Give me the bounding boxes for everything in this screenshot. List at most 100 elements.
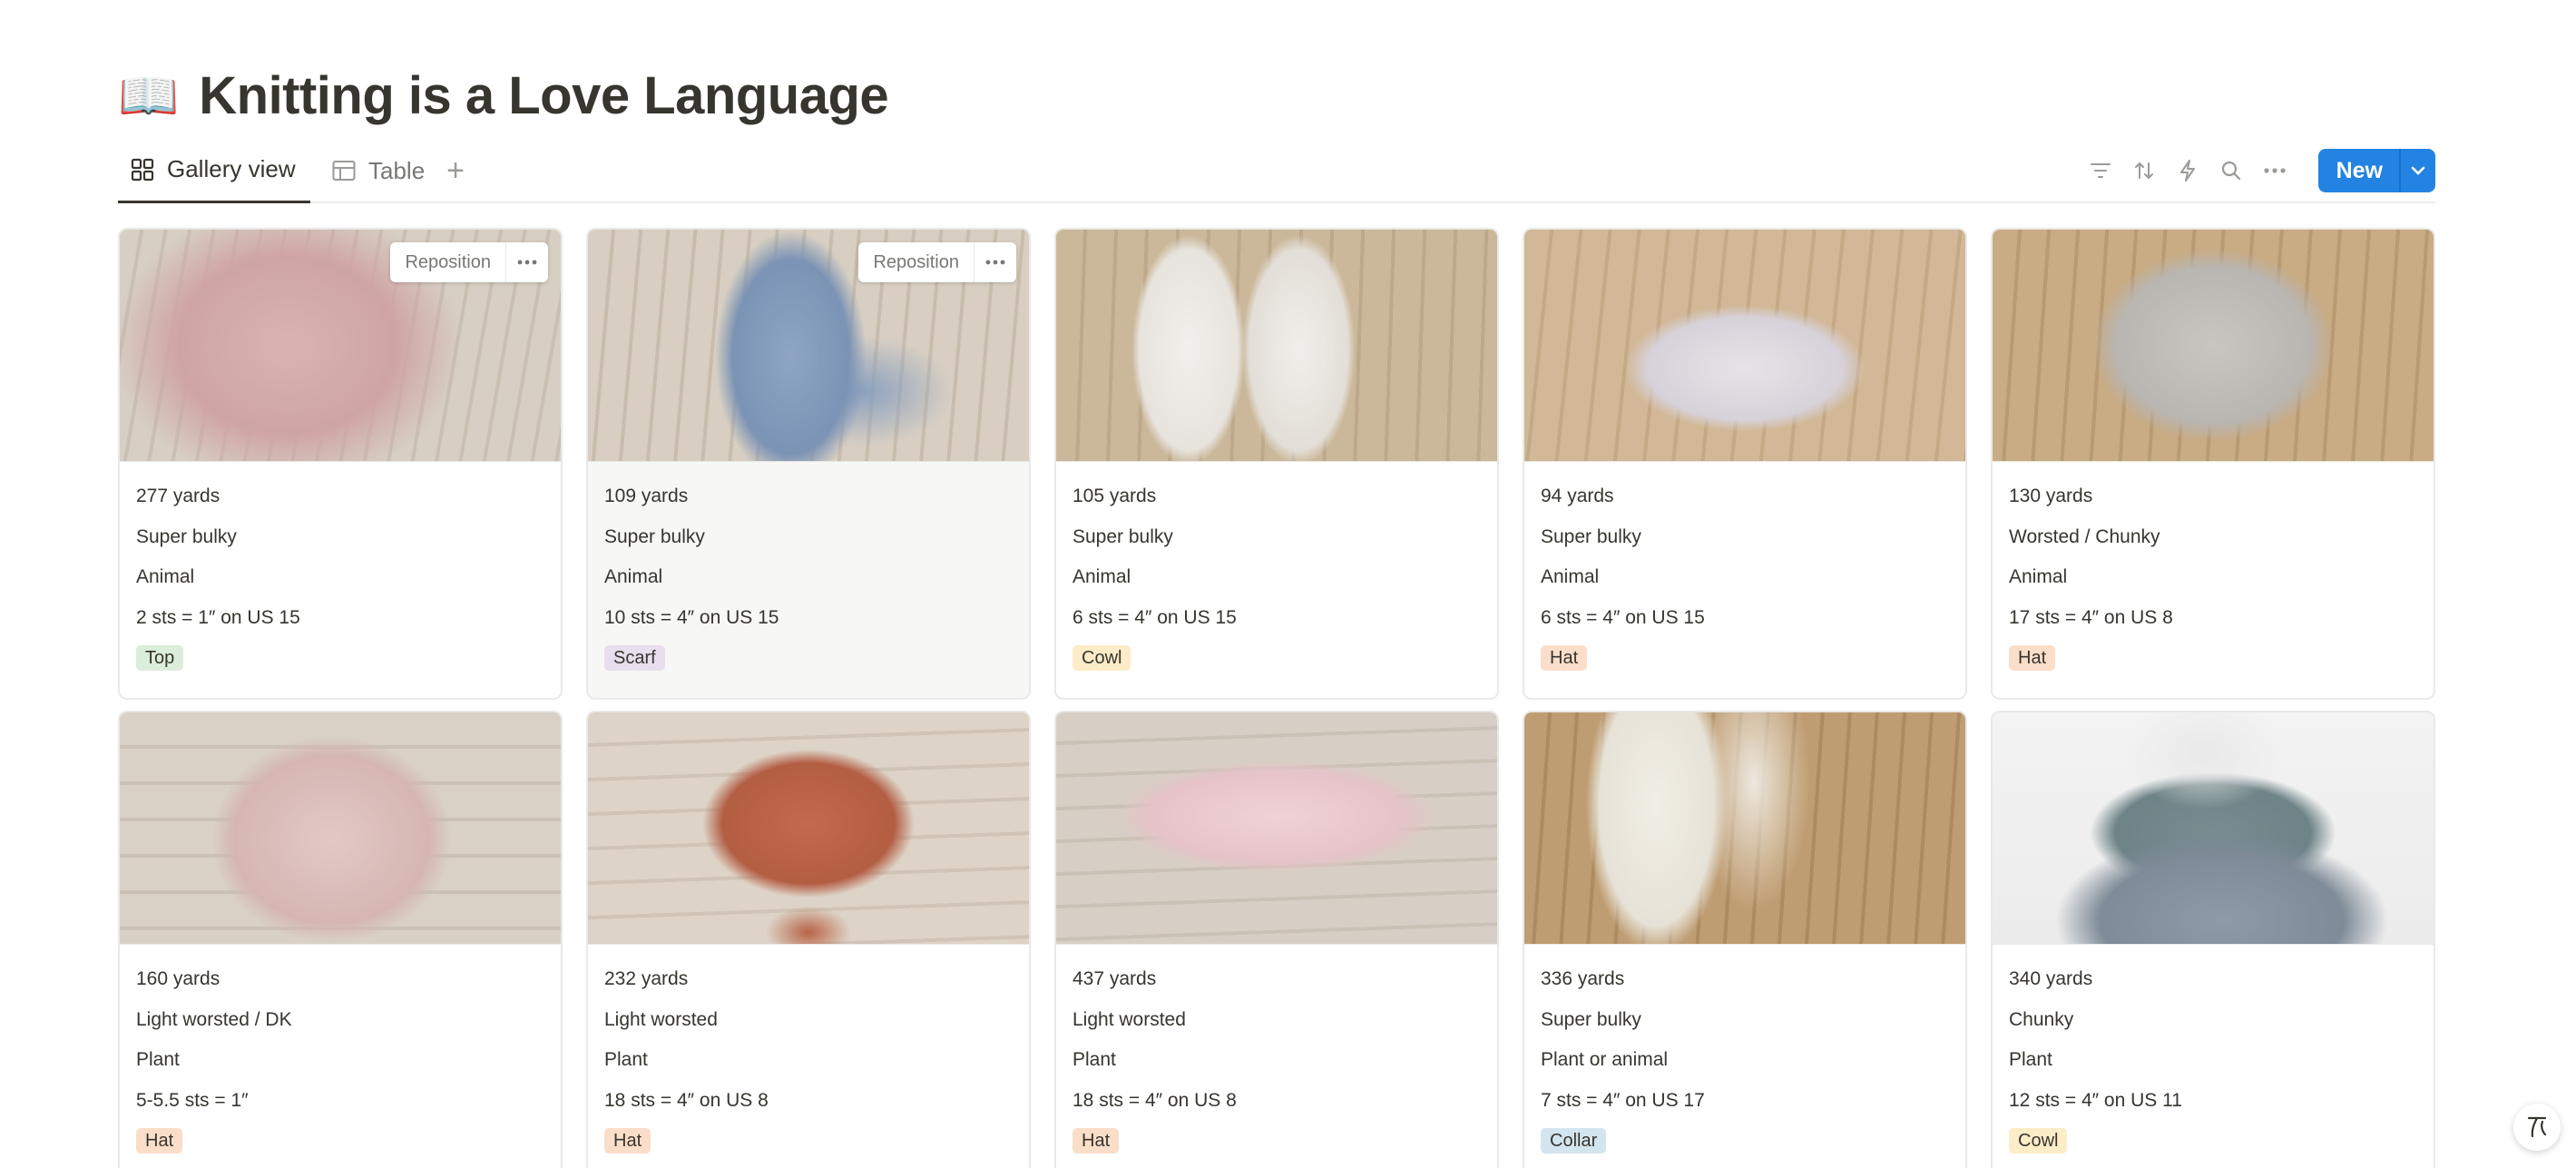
tab-gallery-label: Gallery view [167, 155, 296, 182]
add-view-button[interactable]: + [434, 145, 477, 203]
help-button[interactable] [2513, 1104, 2561, 1151]
plus-icon: + [446, 152, 465, 188]
fiber-value: Plant [1073, 1049, 1116, 1070]
fiber-value: Plant [2009, 1049, 2052, 1070]
gauge-value: 18 sts = 4″ on US 8 [604, 1089, 769, 1111]
database-toolbar: New [2088, 149, 2435, 192]
card-more-button[interactable] [506, 242, 548, 282]
card-cover-image [120, 712, 561, 945]
sort-icon[interactable] [2131, 158, 2157, 183]
gauge-value: 18 sts = 4″ on US 8 [1073, 1089, 1237, 1111]
more-icon[interactable] [2262, 158, 2287, 183]
fiber-value: Plant or animal [1541, 1049, 1669, 1070]
page-header: 📖 Knitting is a Love Language [118, 65, 889, 126]
card-properties: 160 yards Light worsted / DK Plant 5-5.5… [120, 945, 561, 1161]
fiber-value: Plant [136, 1049, 180, 1070]
gallery-card[interactable]: Reposition 109 yards Super bulky Animal … [586, 228, 1031, 700]
weight-value: Light worsted / DK [136, 1008, 292, 1030]
gallery-card[interactable]: 105 yards Super bulky Animal 6 sts = 4″ … [1054, 228, 1499, 700]
weight-value: Super bulky [136, 525, 237, 547]
weight-value: Light worsted [1073, 1008, 1186, 1030]
yardage-value: 109 yards [604, 486, 689, 506]
filter-icon[interactable] [2088, 158, 2113, 183]
tab-gallery-view[interactable]: Gallery view [118, 145, 310, 203]
gauge-value: 5-5.5 sts = 1″ [136, 1089, 249, 1111]
fiber-value: Animal [604, 566, 663, 587]
book-icon[interactable]: 📖 [118, 72, 179, 121]
weight-value: Super bulky [604, 525, 705, 547]
yardage-value: 336 yards [1541, 968, 1625, 989]
cover-actions: Reposition [390, 242, 548, 282]
category-tag: Cowl [2009, 1128, 2068, 1153]
card-properties: 277 yards Super bulky Animal 2 sts = 1″ … [120, 462, 561, 678]
card-cover-image: Reposition [588, 230, 1029, 462]
gallery-card[interactable]: 340 yards Chunky Plant 12 sts = 4″ on US… [1991, 711, 2435, 1168]
new-options-button[interactable] [2399, 149, 2435, 192]
fiber-value: Animal [2009, 566, 2068, 587]
card-properties: 130 yards Worsted / Chunky Animal 17 sts… [1993, 462, 2434, 678]
category-tag: Hat [1541, 645, 1588, 671]
reposition-button[interactable]: Reposition [858, 242, 975, 282]
gauge-value: 6 sts = 4″ on US 15 [1073, 606, 1237, 628]
card-properties: 437 yards Light worsted Plant 18 sts = 4… [1056, 945, 1497, 1161]
weight-value: Super bulky [1073, 525, 1173, 547]
gallery-card[interactable]: 336 yards Super bulky Plant or animal 7 … [1523, 711, 1967, 1168]
gallery-card[interactable]: 232 yards Light worsted Plant 18 sts = 4… [586, 711, 1031, 1168]
gauge-value: 7 sts = 4″ on US 17 [1541, 1089, 1705, 1111]
gauge-value: 17 sts = 4″ on US 8 [2009, 606, 2173, 628]
card-cover-image [1056, 230, 1497, 462]
yardage-value: 437 yards [1073, 968, 1157, 989]
gauge-value: 2 sts = 1″ on US 15 [136, 606, 300, 628]
weight-value: Light worsted [604, 1008, 718, 1030]
gallery-card[interactable]: 130 yards Worsted / Chunky Animal 17 sts… [1991, 228, 2435, 700]
category-tag: Cowl [1073, 645, 1131, 671]
card-properties: 94 yards Super bulky Animal 6 sts = 4″ o… [1524, 462, 1965, 678]
gallery-card[interactable]: 160 yards Light worsted / DK Plant 5-5.5… [118, 711, 563, 1168]
card-more-button[interactable] [975, 242, 1016, 282]
tab-table-label: Table [368, 156, 426, 184]
yardage-value: 94 yards [1541, 486, 1614, 506]
automation-icon[interactable] [2175, 158, 2200, 183]
weight-value: Super bulky [1541, 525, 1641, 547]
card-properties: 336 yards Super bulky Plant or animal 7 … [1524, 945, 1965, 1161]
gauge-value: 6 sts = 4″ on US 15 [1541, 606, 1705, 628]
fiber-value: Animal [1073, 566, 1131, 587]
yardage-value: 130 yards [2009, 486, 2093, 506]
card-cover-image [588, 712, 1029, 945]
weight-value: Chunky [2009, 1008, 2074, 1030]
gauge-value: 10 sts = 4″ on US 15 [604, 606, 779, 628]
card-cover-image [1524, 230, 1965, 462]
card-cover-image: Reposition [120, 230, 561, 462]
cover-actions: Reposition [858, 242, 1016, 282]
help-icon [2527, 1116, 2547, 1138]
new-button[interactable]: New [2317, 149, 2399, 192]
yardage-value: 105 yards [1073, 486, 1157, 506]
fiber-value: Animal [1541, 566, 1600, 587]
yardage-value: 160 yards [136, 968, 220, 989]
fiber-value: Animal [136, 566, 195, 587]
category-tag: Scarf [604, 645, 665, 671]
page-title[interactable]: Knitting is a Love Language [199, 65, 888, 126]
card-properties: 232 yards Light worsted Plant 18 sts = 4… [588, 945, 1029, 1161]
card-cover-image [1993, 230, 2434, 462]
card-properties: 109 yards Super bulky Animal 10 sts = 4″… [588, 462, 1029, 678]
chevron-down-icon [2411, 166, 2425, 175]
category-tag: Hat [2009, 645, 2056, 671]
category-tag: Collar [1541, 1128, 1607, 1153]
gallery-card[interactable]: Reposition 277 yards Super bulky Animal … [118, 228, 563, 700]
card-cover-image [1056, 712, 1497, 945]
more-icon [517, 260, 537, 265]
yardage-value: 232 yards [604, 968, 689, 989]
search-icon[interactable] [2218, 158, 2244, 183]
new-button-group: New [2317, 149, 2435, 192]
fiber-value: Plant [604, 1049, 648, 1070]
gallery-card[interactable]: 437 yards Light worsted Plant 18 sts = 4… [1054, 711, 1499, 1168]
gallery-icon [131, 158, 154, 181]
gallery-card[interactable]: 94 yards Super bulky Animal 6 sts = 4″ o… [1523, 228, 1967, 700]
card-cover-image [1993, 712, 2434, 945]
reposition-button[interactable]: Reposition [390, 242, 506, 282]
yardage-value: 277 yards [136, 486, 220, 506]
tab-table[interactable]: Table [319, 145, 434, 203]
category-tag: Hat [136, 1128, 183, 1153]
more-icon [985, 260, 1005, 265]
